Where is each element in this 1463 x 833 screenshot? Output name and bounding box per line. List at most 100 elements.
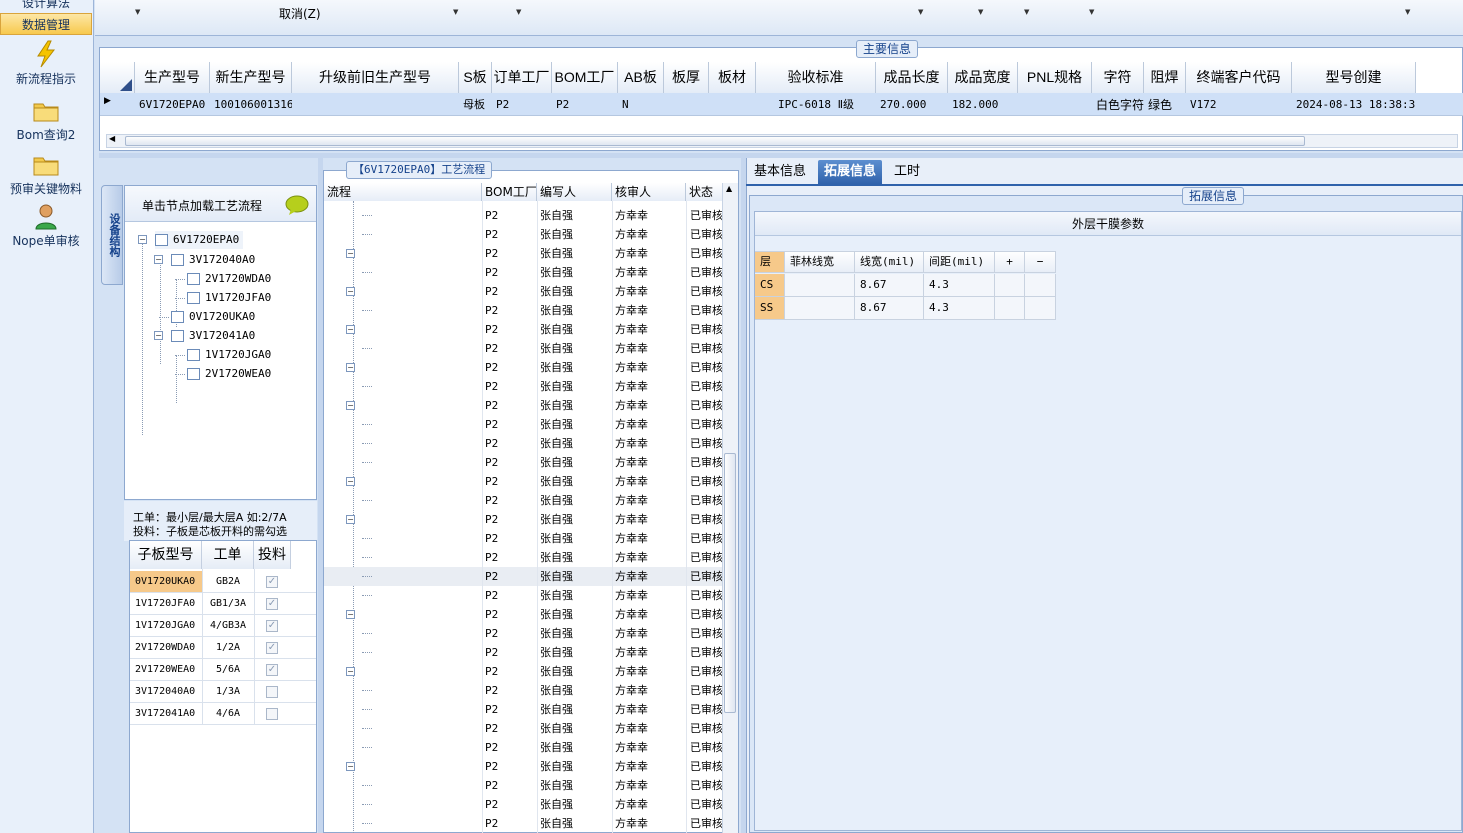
ext-cell[interactable]: SS (755, 297, 785, 320)
table-row[interactable]: 水洗烘干P2张自强方幸幸已审核 (324, 814, 722, 833)
expand-toggle-icon[interactable]: − (138, 235, 147, 244)
collapse-toggle-icon[interactable]: − (346, 515, 355, 524)
table-row[interactable]: 沉铜2P2张自强方幸幸已审核 (324, 453, 722, 472)
collapse-toggle-icon[interactable]: − (346, 363, 355, 372)
ext-cell[interactable] (995, 297, 1025, 320)
feed-checkbox[interactable]: ✓ (266, 576, 278, 588)
col-header[interactable]: 间距(mil) (924, 251, 995, 273)
collapse-toggle-icon[interactable]: − (346, 762, 355, 771)
table-row[interactable]: −外层干膜2P2张自强方幸幸已审核 (324, 662, 722, 681)
scroll-left-icon[interactable]: ◀ (109, 134, 115, 143)
ext-cell[interactable]: 4.3 (924, 297, 995, 320)
table-row[interactable]: 终固化P2张自强方幸幸已审核 (324, 225, 722, 244)
table-row[interactable]: 水洗烘干P2张自强方幸幸已审核 (324, 643, 722, 662)
tree-node[interactable]: 2V1720WDA0 (187, 270, 271, 288)
feed-checkbox[interactable] (266, 708, 278, 720)
table-row[interactable]: 外层前处理1P2张自强方幸幸已审核 (324, 529, 722, 548)
ext-cell[interactable] (1025, 274, 1056, 297)
collapse-toggle-icon[interactable]: − (346, 325, 355, 334)
collapse-toggle-icon[interactable]: − (346, 477, 355, 486)
cancel-button[interactable]: 取消(Z) (279, 5, 321, 22)
ext-cell[interactable] (995, 274, 1025, 297)
col-header[interactable]: 型号创建 (1292, 62, 1416, 93)
col-header[interactable]: 编写人 (537, 183, 612, 201)
tab-extended-info[interactable]: 拓展信息 (818, 160, 883, 184)
table-row[interactable]: −钻孔1P2张自强方幸幸已审核 (324, 358, 722, 377)
feed-checkbox[interactable]: ✓ (266, 642, 278, 654)
scroll-up-icon[interactable]: ▲ (726, 184, 732, 193)
chevron-down-icon[interactable]: ▼ (1089, 8, 1094, 16)
nav-data-management[interactable]: 数据管理 (0, 13, 92, 35)
tree-node[interactable]: 2V1720WEA0 (187, 365, 271, 383)
col-header[interactable]: 板厚 (664, 62, 709, 93)
col-header[interactable]: 工单 (202, 541, 254, 569)
sub-board-model[interactable]: 1V1720JFA0 (135, 593, 195, 615)
collapse-toggle-icon[interactable]: − (346, 249, 355, 258)
ext-cell[interactable] (1025, 297, 1056, 320)
col-header[interactable]: 新生产型号 (210, 62, 292, 93)
scrollbar-thumb[interactable] (724, 453, 736, 713)
nav-new-flow[interactable]: 新流程指示 (0, 40, 92, 87)
col-header[interactable]: − (1025, 251, 1056, 273)
col-header[interactable]: PNL规格 (1018, 62, 1092, 93)
table-row[interactable]: 板镀1P2张自强方幸幸已审核 (324, 491, 722, 510)
tree-node[interactable]: 0V1720UKA0 (171, 308, 255, 326)
table-row[interactable]: −电镀硬金P2张自强方幸幸已审核 (324, 757, 722, 776)
col-header[interactable]: 订单工厂 (492, 62, 552, 93)
collapse-toggle-icon[interactable]: − (346, 610, 355, 619)
table-row[interactable]: 贴膜1P2张自强方幸幸已审核 (324, 548, 722, 567)
col-header[interactable]: BOM工厂 (552, 62, 618, 93)
table-row[interactable]: 曝光1P2张自强方幸幸已审核 (324, 567, 722, 586)
sub-board-order[interactable]: 1/3A (202, 681, 254, 703)
col-header[interactable]: 线宽(mil) (855, 251, 924, 273)
collapse-toggle-icon[interactable]: − (346, 287, 355, 296)
col-header[interactable]: 菲林线宽 (785, 251, 855, 273)
tree-node[interactable]: 1V1720JGA0 (187, 346, 271, 364)
table-row[interactable]: −层压1P2张自强方幸幸已审核 (324, 320, 722, 339)
tab-device-structure[interactable]: 设备结构 (101, 185, 123, 285)
table-row[interactable]: 显影1P2张自强方幸幸已审核 (324, 586, 722, 605)
sub-board-order[interactable]: GB1/3A (202, 593, 254, 615)
table-row[interactable]: 烘板2P2张自强方幸幸已审核 (324, 434, 722, 453)
col-header[interactable]: + (995, 251, 1025, 273)
nav-prereview[interactable]: 预审关键物料 (0, 150, 92, 197)
table-row[interactable]: 树脂塞孔P2张自强方幸幸已审核 (324, 206, 722, 225)
feed-checkbox[interactable]: ✓ (266, 664, 278, 676)
table-row[interactable]: 电镀硬金P2张自强方幸幸已审核 (324, 795, 722, 814)
table-row[interactable]: 曝光2P2张自强方幸幸已审核 (324, 719, 722, 738)
tab-work-hours[interactable]: 工时 (888, 160, 926, 184)
collapse-toggle-icon[interactable]: − (346, 667, 355, 676)
chevron-down-icon[interactable]: ▼ (1024, 8, 1029, 16)
table-row[interactable]: −AOIP2张自强方幸幸已审核 (324, 282, 722, 301)
col-header[interactable]: 生产型号 (135, 62, 210, 93)
chevron-down-icon[interactable]: ▼ (918, 8, 923, 16)
collapse-toggle-icon[interactable]: − (346, 401, 355, 410)
sub-board-order[interactable]: 4/6A (202, 703, 254, 725)
ext-cell[interactable]: CS (755, 274, 785, 297)
sub-board-model[interactable]: 2V1720WEA0 (135, 659, 195, 681)
table-row[interactable]: 贴膜2P2张自强方幸幸已审核 (324, 700, 722, 719)
col-header[interactable]: 升级前旧生产型号 (292, 62, 459, 93)
table-row[interactable]: 显影2P2张自强方幸幸已审核 (324, 738, 722, 757)
table-row[interactable]: −电镀1P2张自强方幸幸已审核 (324, 472, 722, 491)
ext-cell[interactable]: 4.3 (924, 274, 995, 297)
nav-design-algorithm[interactable]: 设计算法 (0, 0, 92, 14)
expand-toggle-icon[interactable]: − (154, 331, 163, 340)
table-row[interactable]: 去毛刺2P2张自强方幸幸已审核 (324, 415, 722, 434)
feed-checkbox[interactable] (266, 686, 278, 698)
table-row[interactable]: −图镀铜镍金P2张自强方幸幸已审核 (324, 605, 722, 624)
sub-board-order[interactable]: 4/GB3A (202, 615, 254, 637)
table-row[interactable]: −外层干膜1P2张自强方幸幸已审核 (324, 510, 722, 529)
sub-board-model[interactable]: 3V172040A0 (135, 681, 195, 703)
expand-toggle-icon[interactable]: − (154, 255, 163, 264)
nav-nope-review[interactable]: Nope单审核 (0, 202, 92, 249)
table-row[interactable]: X-Ray冲孔1P2张自强方幸幸已审核 (324, 339, 722, 358)
sub-board-model[interactable]: 0V1720UKA0 (135, 571, 195, 593)
col-header[interactable]: 层 (755, 251, 785, 273)
ext-cell[interactable] (785, 297, 855, 320)
table-row[interactable]: 钻孔1P2张自强方幸幸已审核 (324, 377, 722, 396)
sub-board-model[interactable]: 2V1720WDA0 (135, 637, 195, 659)
table-row[interactable]: −沉铜2P2张自强方幸幸已审核 (324, 396, 722, 415)
col-header[interactable]: 投料 (254, 541, 291, 569)
ext-cell[interactable] (785, 274, 855, 297)
